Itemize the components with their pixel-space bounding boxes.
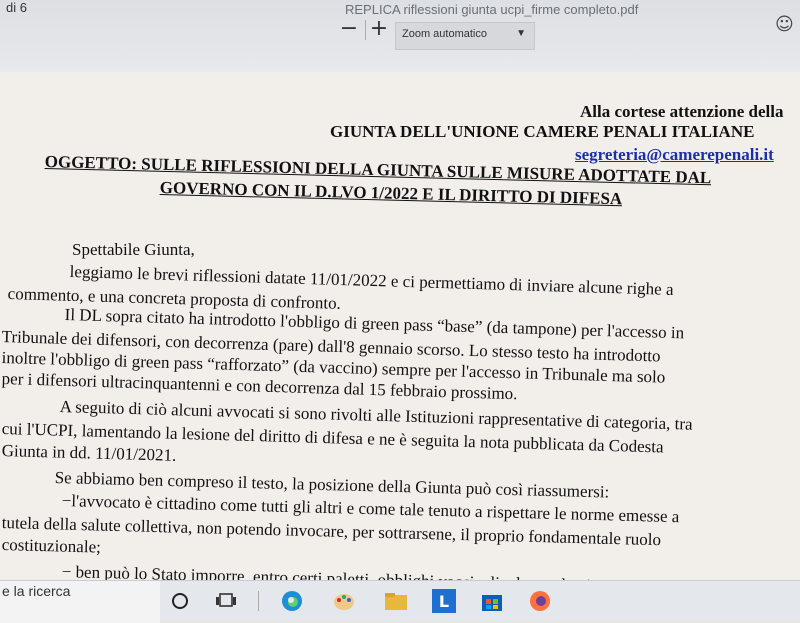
zoom-in-button[interactable]: + [368,18,390,40]
search-circle-icon[interactable] [168,589,192,613]
taskbar: e la ricerca L [0,580,800,623]
file-explorer-icon[interactable] [384,589,408,613]
body-line: Giunta in dd. 11/01/2021. [1,441,177,465]
store-icon[interactable] [480,589,504,613]
feedback-icon[interactable]: ☺ [775,14,794,35]
zoom-value: Zoom automatico [402,28,487,40]
firefox-icon[interactable] [528,589,552,613]
edge-icon[interactable] [280,589,304,613]
page-count: di 6 [6,0,27,15]
search-placeholder: e la ricerca [2,583,71,599]
pdf-toolbar: di 6 REPLICA riflessioni giunta ucpi_fir… [0,0,800,72]
paint-icon[interactable] [332,589,356,613]
recipient-attention: Alla cortese attenzione della [580,102,784,121]
pdf-page: Alla cortese attenzione della GIUNTA DEL… [0,72,800,580]
toolbar-separator [365,20,366,40]
body-line: costituzionale; [1,535,102,557]
taskbar-separator [258,591,259,611]
chevron-down-icon: ▼ [516,28,526,39]
recipient-name: GIUNTA DELL'UNIONE CAMERE PENALI ITALIAN… [330,122,755,141]
l-app-icon[interactable]: L [432,589,456,613]
zoom-select[interactable]: Zoom automatico ▼ [395,22,535,50]
body-line: − ben può lo Stato imporre, entro certi … [61,562,649,580]
recipient-email-link[interactable]: segreteria@camerepenali.it [575,145,774,165]
task-view-icon[interactable] [214,589,238,613]
greeting: Spettabile Giunta, [72,240,195,259]
taskbar-search-box[interactable]: e la ricerca [0,581,160,623]
document-title: REPLICA riflessioni giunta ucpi_firme co… [345,2,639,17]
zoom-out-button[interactable]: − [338,18,360,40]
